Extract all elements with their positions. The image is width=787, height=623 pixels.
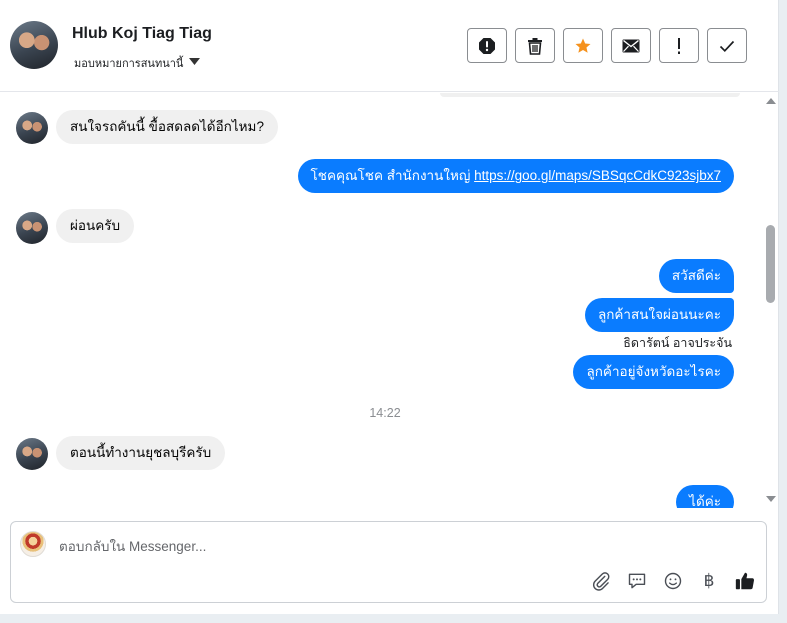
delete-button[interactable]	[515, 28, 555, 63]
star-button[interactable]	[563, 28, 603, 63]
thread-scrollbar[interactable]	[762, 93, 779, 508]
messenger-inbox-panel: Hlub Koj Tiag Tiag มอบหมายการสนทนานี้ สน…	[0, 0, 779, 614]
outgoing-message[interactable]: ได้ค่ะ	[676, 485, 734, 508]
header-actions	[467, 28, 747, 63]
contact-avatar-small[interactable]	[16, 438, 48, 470]
emoji-button[interactable]	[662, 570, 684, 592]
composer-tools: ฿	[590, 570, 756, 592]
scroll-thumb[interactable]	[766, 225, 775, 303]
caret-down-icon	[189, 57, 201, 69]
contact-avatar-small[interactable]	[16, 212, 48, 244]
previous-message-edge	[440, 93, 740, 97]
follow-up-button[interactable]	[659, 28, 699, 63]
contact-avatar[interactable]	[10, 21, 58, 69]
reply-composer: ฿	[10, 521, 767, 603]
attachment-icon	[592, 572, 610, 591]
done-check-icon	[719, 40, 735, 52]
contact-name[interactable]: Hlub Koj Tiag Tiag	[72, 25, 212, 43]
follow-up-icon	[678, 37, 680, 54]
assign-label: มอบหมายการสนทนานี้	[74, 58, 184, 70]
mail-icon	[622, 39, 640, 52]
contact-avatar-small[interactable]	[16, 112, 48, 144]
assign-conversation-dropdown[interactable]: มอบหมายการสนทนานี้	[74, 54, 201, 72]
message-timestamp: 14:22	[369, 406, 401, 420]
mark-spam-button[interactable]	[467, 28, 507, 63]
spam-icon	[479, 37, 495, 54]
trash-icon	[528, 37, 542, 55]
mark-unread-button[interactable]	[611, 28, 651, 63]
saved-replies-button[interactable]	[626, 570, 648, 592]
incoming-message[interactable]: สนใจรถคันนี้ ขื้อสดลดได้อีกไหม?	[56, 110, 278, 144]
outgoing-message[interactable]: โชคคุณโชค สำนักงานใหญ่ https://goo.gl/ma…	[297, 159, 734, 193]
outgoing-message[interactable]: สวัสดีค่ะ	[658, 259, 734, 293]
outgoing-message[interactable]: ลูกค้าสนใจผ่อนนะคะ	[584, 298, 734, 332]
like-icon	[735, 572, 755, 590]
message-thread[interactable]: สนใจรถคันนี้ ขื้อสดลดได้อีกไหม? โชคคุณโช…	[0, 93, 762, 508]
emoji-icon	[664, 572, 682, 590]
incoming-message[interactable]: ตอนนี้ทำงานยุชลบุรีครับ	[56, 436, 226, 470]
conversation-header: Hlub Koj Tiag Tiag มอบหมายการสนทนานี้	[0, 0, 779, 92]
message-text: โชคคุณโชค สำนักงานใหญ่	[310, 168, 475, 183]
sender-name-label: ธิดารัตน์ อาจประจัน	[623, 336, 732, 350]
scroll-up-arrow[interactable]	[766, 98, 776, 104]
map-link[interactable]: https://goo.gl/maps/SBSqcCdkC923sjbx7	[474, 168, 721, 183]
payment-icon[interactable]: ฿	[698, 570, 720, 592]
page-avatar	[20, 531, 46, 557]
like-button[interactable]	[734, 570, 756, 592]
star-icon	[575, 38, 591, 53]
incoming-message[interactable]: ผ่อนครับ	[56, 209, 135, 243]
saved-replies-icon	[628, 573, 646, 589]
outgoing-message[interactable]: ลูกค้าอยู่จังหวัดอะไรคะ	[573, 355, 734, 389]
mark-done-button[interactable]	[707, 28, 747, 63]
reply-input[interactable]	[59, 536, 579, 556]
attach-button[interactable]	[590, 570, 612, 592]
scroll-down-arrow[interactable]	[766, 496, 776, 502]
